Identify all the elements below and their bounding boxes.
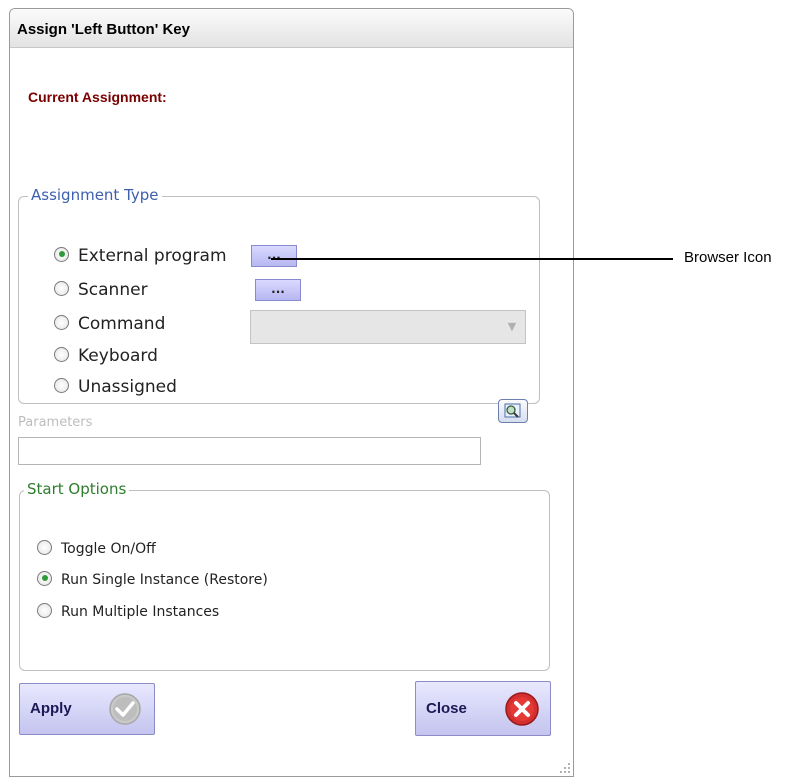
radio-scanner-label: Scanner [78,280,148,300]
apply-button-label: Apply [30,700,72,717]
radio-toggle-on-off[interactable]: Toggle On/Off [37,539,156,559]
radio-run-multiple-instances-label: Run Multiple Instances [61,604,220,620]
parameters-input[interactable] [18,437,481,465]
radio-run-single-instance[interactable]: Run Single Instance (Restore) [37,570,268,590]
radio-toggle-on-off-label: Toggle On/Off [61,541,156,557]
assign-key-dialog: Assign 'Left Button' Key Current Assignm… [9,8,574,777]
magnifier-icon [504,403,521,418]
radio-unassigned[interactable]: Unassigned [54,376,177,398]
dialog-title: Assign 'Left Button' Key [17,21,190,38]
command-select[interactable]: ▼ [250,310,526,344]
scanner-browse-button[interactable]: ... [255,279,301,301]
resize-grip-icon[interactable] [559,762,571,774]
assignment-type-legend: Assignment Type [28,186,162,204]
close-x-icon [505,692,539,726]
browser-icon-annotation: Browser Icon [684,249,772,266]
radio-unassigned-circle[interactable] [54,377,69,393]
radio-command-circle[interactable] [54,314,69,330]
scanner-browse-button-label: ... [271,282,285,296]
annotation-callout-line [271,258,673,260]
radio-external-program-label: External program [78,246,227,266]
radio-command-label: Command [78,314,166,334]
radio-scanner[interactable]: Scanner [54,279,148,301]
radio-scanner-circle[interactable] [54,280,69,296]
radio-run-multiple-instances[interactable]: Run Multiple Instances [37,602,219,622]
chevron-down-icon[interactable]: ▼ [503,317,521,337]
radio-run-single-instance-label: Run Single Instance (Restore) [61,572,268,588]
radio-run-multiple-instances-circle[interactable] [37,602,52,618]
check-icon [109,693,141,725]
start-options-legend: Start Options [24,480,130,498]
close-button[interactable]: Close [415,681,551,736]
title-bar: Assign 'Left Button' Key [10,9,573,48]
radio-keyboard-label: Keyboard [78,346,158,366]
radio-external-program[interactable]: External program [54,245,227,267]
radio-keyboard-circle[interactable] [54,346,69,362]
browse-button[interactable]: ... [251,245,297,267]
radio-unassigned-label: Unassigned [78,377,177,397]
find-button[interactable] [498,399,528,423]
radio-keyboard[interactable]: Keyboard [54,345,158,367]
current-assignment-label: Current Assignment: [28,89,167,105]
parameters-label: Parameters [18,415,93,430]
apply-button[interactable]: Apply [19,683,155,735]
radio-run-single-instance-circle[interactable] [37,570,52,586]
radio-toggle-on-off-circle[interactable] [37,539,52,555]
radio-external-program-circle[interactable] [54,246,69,262]
close-button-label: Close [426,700,467,717]
radio-command[interactable]: Command [54,313,165,335]
